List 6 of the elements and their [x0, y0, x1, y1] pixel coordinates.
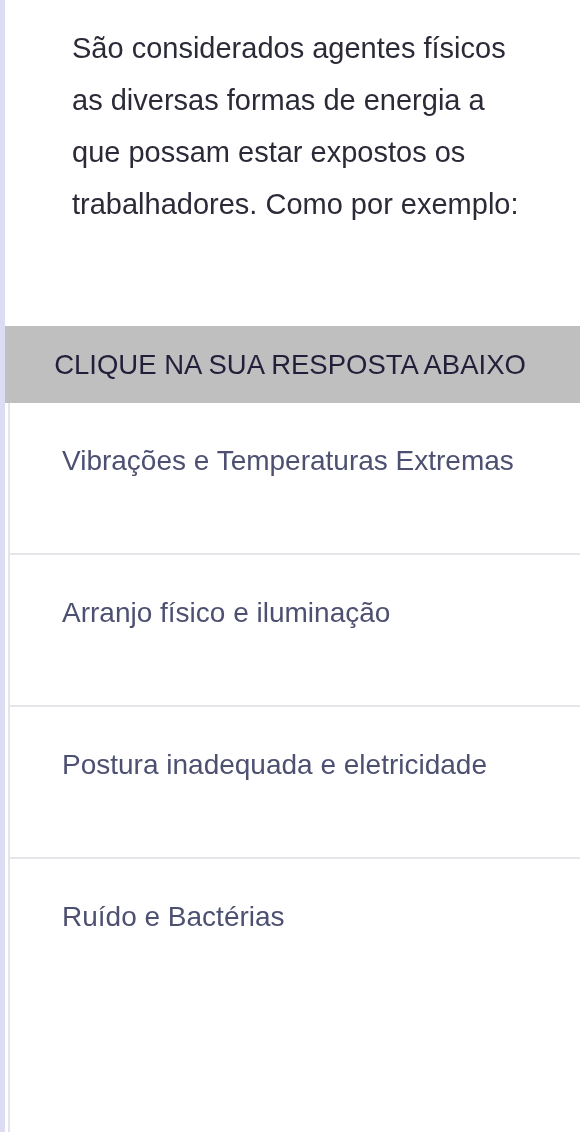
answer-option[interactable]: Ruído e Bactérias [10, 857, 580, 1009]
answer-option[interactable]: Postura inadequada e eletricidade [10, 705, 580, 857]
question-text: São considerados agentes físicos as diversas formas de energia a que possam estar expostos os trabalhadores. Como por exemplo: [72, 31, 520, 222]
answer-option[interactable]: Vibrações e Temperaturas Extremas [10, 403, 580, 553]
answer-option[interactable]: Arranjo físico e iluminação [10, 553, 580, 705]
instruction-banner: CLIQUE NA SUA RESPOSTA ABAIXO [5, 326, 580, 403]
